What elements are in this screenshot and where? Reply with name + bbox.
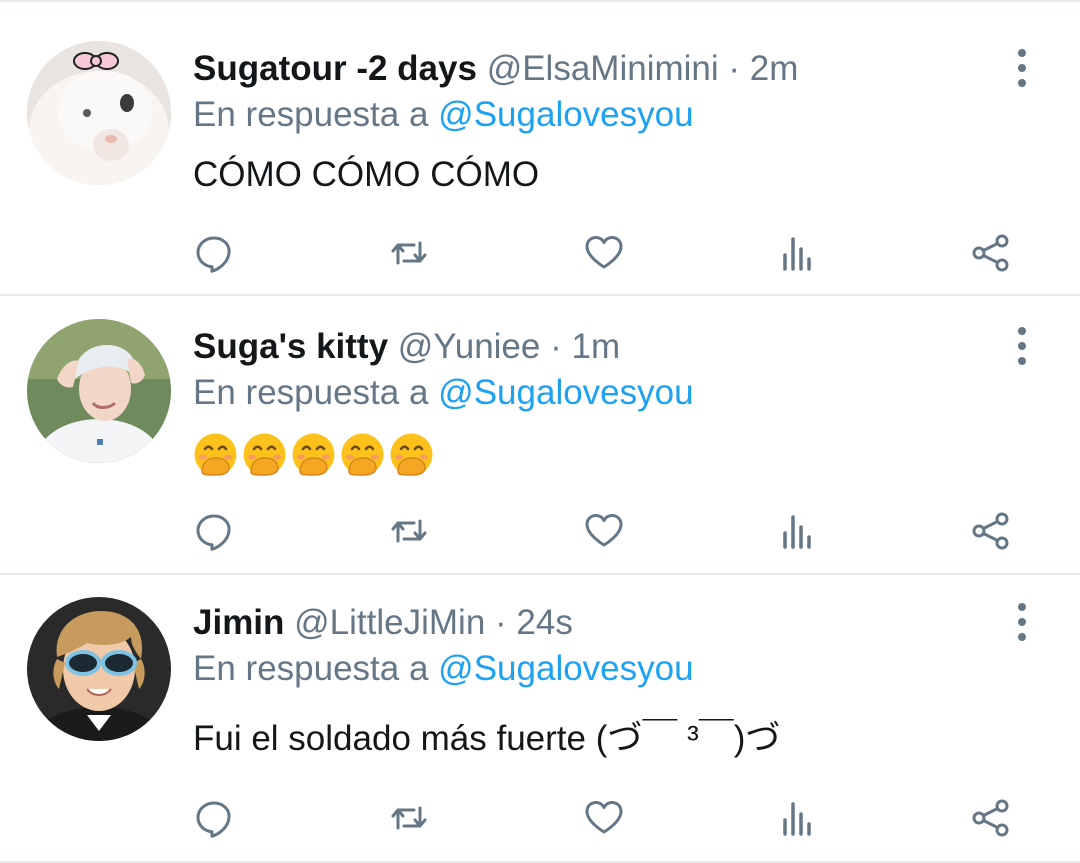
- hand-over-mouth-emoji: [194, 433, 237, 476]
- tweet-actions: [0, 506, 1080, 556]
- user-handle[interactable]: @Yuniee: [398, 327, 541, 366]
- share-icon: [972, 512, 1009, 550]
- like-button[interactable]: [579, 793, 629, 843]
- analytics-icon: [783, 515, 811, 549]
- separator: ·: [550, 327, 562, 366]
- reply-button[interactable]: [189, 228, 239, 278]
- tweet-actions: [0, 793, 1080, 843]
- tweet-actions: [0, 228, 1080, 278]
- retweet-button[interactable]: [384, 793, 434, 843]
- timestamp[interactable]: 24s: [516, 603, 572, 642]
- reply-mention[interactable]: @Sugalovesyou: [438, 649, 693, 688]
- user-handle[interactable]: @ElsaMinimini: [487, 49, 719, 88]
- tweet-header: Sugatour -2 days @ElsaMinimini · 2m: [193, 49, 798, 89]
- share-icon: [972, 799, 1009, 837]
- like-button[interactable]: [579, 228, 629, 278]
- reply-icon: [196, 801, 231, 838]
- reply-context: En respuesta a @Sugalovesyou: [193, 649, 694, 689]
- avatar[interactable]: [27, 597, 171, 741]
- tweet[interactable]: Jimin @LittleJiMin · 24s En respuesta a …: [0, 575, 1080, 863]
- avatar[interactable]: [27, 41, 171, 185]
- analytics-button[interactable]: [772, 506, 822, 556]
- more-icon[interactable]: [1006, 46, 1038, 90]
- share-button[interactable]: [966, 506, 1016, 556]
- more-icon[interactable]: [1006, 324, 1038, 368]
- like-icon: [585, 801, 623, 834]
- avatar[interactable]: [27, 319, 171, 463]
- tweet[interactable]: Suga's kitty @Yuniee · 1m En respuesta a…: [0, 296, 1080, 574]
- reply-context: En respuesta a @Sugalovesyou: [193, 373, 694, 413]
- more-icon[interactable]: [1006, 600, 1038, 644]
- display-name[interactable]: Jimin: [193, 603, 284, 642]
- like-icon: [585, 236, 623, 269]
- person-sunglasses-avatar: [27, 597, 171, 741]
- retweet-icon: [391, 519, 427, 543]
- reply-button[interactable]: [189, 793, 239, 843]
- reply-context: En respuesta a @Sugalovesyou: [193, 95, 694, 135]
- hand-over-mouth-emoji: [390, 433, 433, 476]
- retweet-icon: [391, 241, 427, 265]
- tweet[interactable]: Sugatour -2 days @ElsaMinimini · 2m En r…: [0, 0, 1080, 296]
- tweet-header: Suga's kitty @Yuniee · 1m: [193, 327, 620, 367]
- reply-mention[interactable]: @Sugalovesyou: [438, 373, 693, 412]
- reply-prefix: En respuesta a: [193, 649, 429, 688]
- analytics-icon: [783, 802, 811, 836]
- reply-button[interactable]: [189, 506, 239, 556]
- tweet-header: Jimin @LittleJiMin · 24s: [193, 603, 573, 643]
- tweet-text: 🤭🤭🤭🤭🤭: [193, 432, 434, 477]
- tweet-text: CÓMO CÓMO CÓMO: [193, 155, 540, 194]
- analytics-icon: [783, 237, 811, 271]
- timestamp[interactable]: 2m: [750, 49, 799, 88]
- share-button[interactable]: [966, 228, 1016, 278]
- timestamp[interactable]: 1m: [572, 327, 621, 366]
- separator: ·: [495, 603, 507, 642]
- person-white-hair-avatar: [27, 319, 171, 463]
- separator: ·: [728, 49, 741, 88]
- retweet-icon: [391, 806, 427, 830]
- display-name[interactable]: Suga's kitty: [193, 327, 388, 366]
- retweet-button[interactable]: [384, 506, 434, 556]
- white-kitten-avatar: [27, 41, 171, 185]
- retweet-button[interactable]: [384, 228, 434, 278]
- tweet-text: Fui el soldado más fuerte (づ￣ ³￣)づ: [193, 719, 781, 758]
- reply-icon: [196, 514, 231, 551]
- reply-mention[interactable]: @Sugalovesyou: [438, 95, 693, 134]
- like-button[interactable]: [579, 506, 629, 556]
- like-icon: [585, 514, 623, 547]
- analytics-button[interactable]: [772, 793, 822, 843]
- user-handle[interactable]: @LittleJiMin: [294, 603, 485, 642]
- reply-prefix: En respuesta a: [193, 373, 429, 412]
- hand-over-mouth-emoji: [292, 433, 335, 476]
- share-button[interactable]: [966, 793, 1016, 843]
- share-icon: [972, 234, 1009, 272]
- hand-over-mouth-emoji: [341, 433, 384, 476]
- reply-icon: [196, 236, 231, 273]
- hand-over-mouth-emoji: [243, 433, 286, 476]
- display-name[interactable]: Sugatour -2 days: [193, 49, 477, 88]
- analytics-button[interactable]: [772, 228, 822, 278]
- reply-prefix: En respuesta a: [193, 95, 429, 134]
- timeline: Sugatour -2 days @ElsaMinimini · 2m En r…: [0, 0, 1080, 863]
